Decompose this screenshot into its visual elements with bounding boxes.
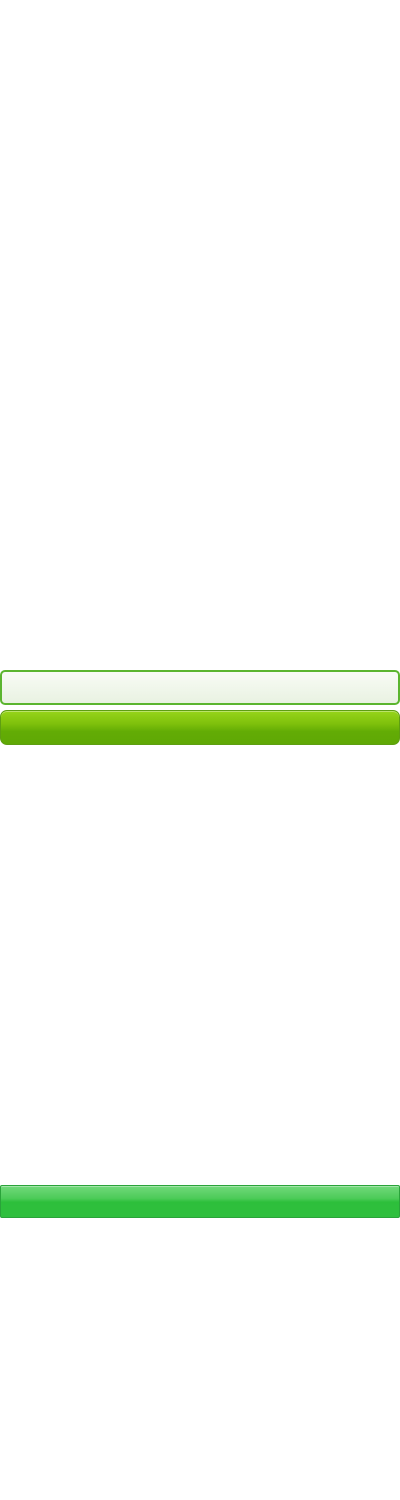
bottom-action-bar[interactable]	[0, 1185, 400, 1218]
text-input[interactable]	[0, 670, 400, 705]
submit-button[interactable]	[0, 710, 400, 745]
